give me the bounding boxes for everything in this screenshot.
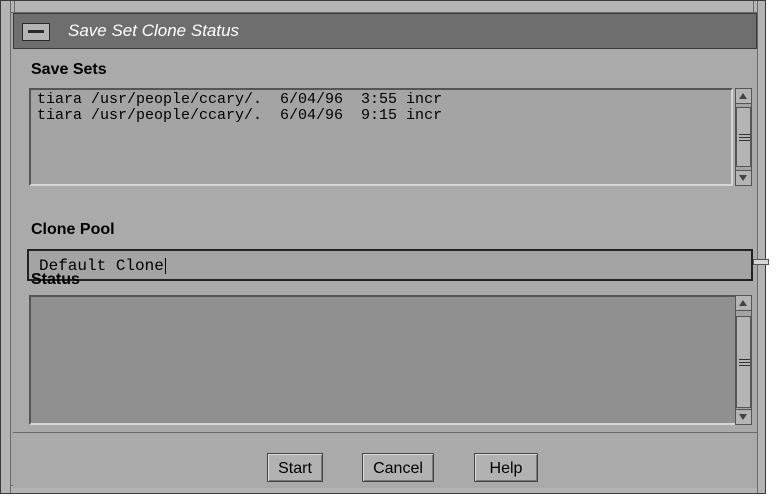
scroll-up-arrow-icon[interactable] [736, 296, 751, 311]
grip-line [739, 134, 750, 135]
list-item[interactable]: tiara /usr/people/ccary/. 6/04/96 3:55 i… [37, 92, 725, 108]
frame-corner-mark [14, 1, 15, 13]
grip-line [739, 362, 750, 363]
clone-pool-field[interactable]: Default Clone [27, 249, 753, 281]
scroll-down-arrow-icon[interactable] [736, 170, 751, 185]
scroll-down-arrow-icon[interactable] [736, 409, 751, 424]
start-button[interactable]: Start [267, 453, 323, 482]
save-sets-label: Save Sets [31, 61, 107, 78]
window-frame-top[interactable] [1, 1, 765, 13]
window-title: Save Set Clone Status [68, 21, 240, 40]
status-scrollbar[interactable] [735, 295, 752, 425]
window-frame-left[interactable] [1, 1, 11, 493]
scrollbar-thumb[interactable] [736, 107, 751, 167]
grip-line [739, 137, 750, 138]
grip-line [739, 140, 750, 141]
frame-corner-mark [753, 1, 754, 13]
scroll-up-arrow-icon[interactable] [736, 89, 751, 104]
list-item[interactable]: tiara /usr/people/ccary/. 6/04/96 9:15 i… [37, 108, 725, 124]
clone-status-window: Save Set Clone Status Save Sets tiara /u… [0, 0, 769, 494]
title-bar[interactable]: Save Set Clone Status [13, 13, 757, 49]
cancel-button[interactable]: Cancel [362, 453, 434, 482]
help-button[interactable]: Help [474, 453, 538, 482]
window-frame-right[interactable] [757, 1, 765, 493]
status-area[interactable] [29, 295, 751, 425]
status-label: Status [31, 271, 80, 288]
dialog-content: Save Sets tiara /usr/people/ccary/. 6/04… [13, 49, 769, 432]
window-menu-icon[interactable] [22, 23, 50, 41]
pane-sash[interactable] [753, 259, 769, 265]
grip-line [739, 365, 750, 366]
button-bar: Start Cancel Help [13, 432, 757, 488]
grip-line [739, 359, 750, 360]
scrollbar-thumb[interactable] [736, 316, 751, 408]
save-sets-scrollbar[interactable] [735, 88, 752, 186]
text-cursor [164, 257, 166, 274]
save-sets-list[interactable]: tiara /usr/people/ccary/. 6/04/96 3:55 i… [29, 88, 733, 186]
clone-pool-label: Clone Pool [31, 221, 115, 238]
